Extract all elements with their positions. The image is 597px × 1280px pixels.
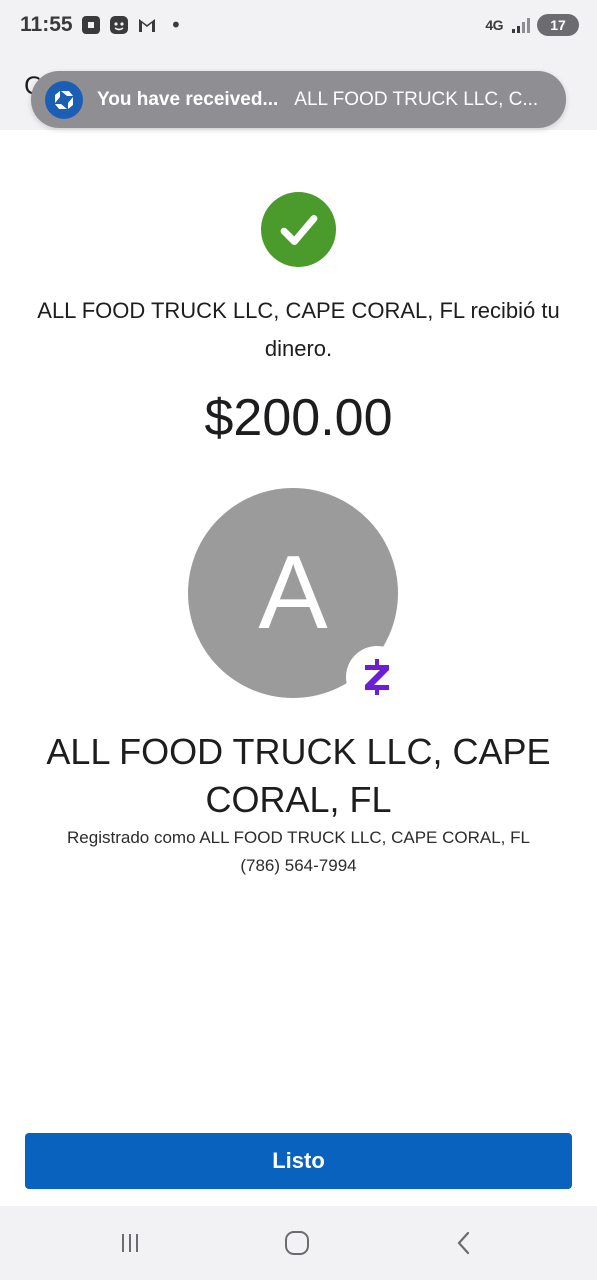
confirmation-message: ALL FOOD TRUCK LLC, CAPE CORAL, FL recib… (37, 298, 560, 361)
network-label: 4G (485, 17, 503, 33)
navigation-bar (0, 1206, 597, 1280)
heads-up-notification[interactable]: You have received... ALL FOOD TRUCK LLC,… (31, 71, 566, 128)
status-bar: 11:55 • 4G 17 (0, 0, 597, 52)
back-icon[interactable] (444, 1228, 484, 1258)
status-time: 11:55 (20, 13, 73, 36)
notification-body: ALL FOOD TRUCK LLC, C... (294, 88, 539, 110)
notification-title: You have received... (97, 88, 279, 110)
recipient-phone: (786) 564-7994 (240, 856, 357, 875)
recent-apps-icon[interactable] (110, 1228, 150, 1258)
signal-icon (509, 14, 531, 36)
status-right: 4G 17 (485, 14, 579, 36)
success-check-icon (261, 192, 336, 267)
avatar-initial: A (258, 535, 328, 651)
recipient-name: ALL FOOD TRUCK LLC, CAPE CORAL, FL (46, 731, 551, 820)
chase-logo-icon (45, 80, 83, 119)
done-button[interactable]: Listo (25, 1133, 572, 1189)
gmail-icon (136, 14, 158, 36)
screen: 11:55 • 4G 17 C You have received... ALL… (0, 0, 597, 1280)
app-icon (108, 14, 130, 36)
zelle-icon (365, 659, 389, 695)
zelle-badge (346, 646, 408, 708)
status-dot: • (170, 13, 182, 37)
payment-amount: $200.00 (204, 389, 393, 447)
registered-as: Registrado como ALL FOOD TRUCK LLC, CAPE… (67, 828, 530, 847)
battery-indicator: 17 (537, 14, 579, 36)
home-icon[interactable] (277, 1228, 317, 1258)
status-notification-icons: • (80, 14, 182, 36)
chase-icon (80, 14, 102, 36)
